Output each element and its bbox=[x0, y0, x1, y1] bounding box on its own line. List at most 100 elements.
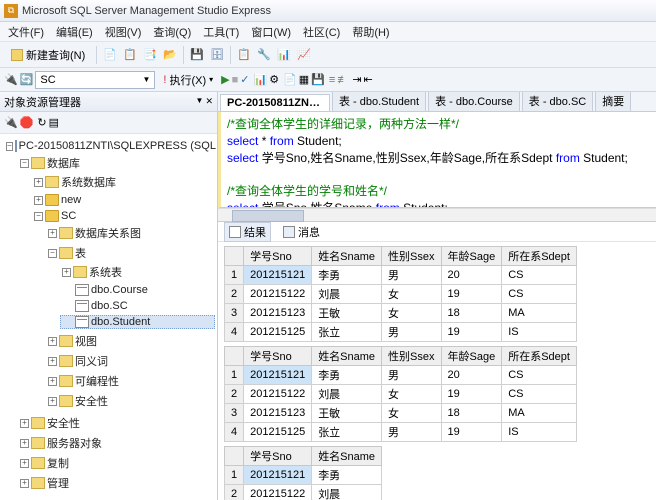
save-icon[interactable]: 💾 bbox=[188, 46, 206, 64]
table-row[interactable]: 4201215125张立男19IS bbox=[225, 323, 577, 342]
menu-query[interactable]: 查询(Q) bbox=[147, 22, 197, 42]
indent-icon[interactable]: ⇥ bbox=[352, 73, 361, 86]
check-icon[interactable]: ✓ bbox=[240, 73, 249, 86]
table-course-node[interactable]: dbo.Course bbox=[60, 283, 215, 297]
folder-icon bbox=[45, 176, 59, 188]
object-tree[interactable]: −PC-20150811ZNTI\SQLEXPRESS (SQL Ser −数据… bbox=[0, 134, 217, 500]
tab-summary[interactable]: 摘要 bbox=[595, 92, 631, 111]
menu-help[interactable]: 帮助(H) bbox=[346, 22, 395, 42]
disconnect-btn[interactable]: 🛑 bbox=[20, 116, 34, 129]
table-row[interactable]: 4201215125张立男19IS bbox=[225, 423, 577, 442]
object-explorer-header: 对象资源管理器 ▼ ✕ bbox=[0, 92, 217, 112]
separator bbox=[96, 46, 97, 64]
app-title: Microsoft SQL Server Management Studio E… bbox=[22, 5, 271, 17]
results-text-icon[interactable]: 📄 bbox=[283, 73, 297, 86]
tab-sqlquery[interactable]: PC-20150811ZNTI\S... - SQLQuery1.sql* bbox=[220, 94, 330, 111]
content-area: PC-20150811ZNTI\S... - SQLQuery1.sql* 表 … bbox=[218, 92, 656, 500]
table-icon bbox=[75, 284, 89, 296]
menu-window[interactable]: 窗口(W) bbox=[245, 22, 297, 42]
execute-icon: ! bbox=[163, 74, 166, 86]
connect-btn[interactable]: 🔌 bbox=[4, 116, 18, 129]
tab-student[interactable]: 表 - dbo.Student bbox=[332, 92, 426, 111]
titlebar: ⧉ Microsoft SQL Server Management Studio… bbox=[0, 0, 656, 22]
outdent-icon[interactable]: ⇤ bbox=[364, 73, 373, 86]
menu-tools[interactable]: 工具(T) bbox=[197, 22, 245, 42]
menu-edit[interactable]: 编辑(E) bbox=[50, 22, 99, 42]
table-row[interactable]: 1201215121李勇 bbox=[225, 466, 382, 485]
table-row[interactable]: 1201215121李勇男20CS bbox=[225, 266, 577, 285]
stop-icon[interactable]: ■ bbox=[232, 74, 239, 86]
toolbar-btn-b[interactable]: 📈 bbox=[295, 46, 313, 64]
refresh-icon[interactable]: ↻ bbox=[37, 116, 46, 129]
document-tabs: PC-20150811ZNTI\S... - SQLQuery1.sql* 表 … bbox=[218, 92, 656, 112]
folder-icon bbox=[31, 477, 45, 489]
table-row[interactable]: 2201215122刘晨女19CS bbox=[225, 285, 577, 304]
results-grid-icon[interactable]: ▦ bbox=[299, 73, 309, 86]
management-node[interactable]: +管理 bbox=[18, 474, 215, 492]
table-student-node[interactable]: dbo.Student bbox=[60, 315, 215, 329]
folder-icon bbox=[59, 355, 73, 367]
table-row[interactable]: 1201215121李勇男20CS bbox=[225, 366, 577, 385]
result-grid-3[interactable]: 学号Sno姓名Sname 1201215121李勇 2201215122刘晨 3… bbox=[224, 446, 382, 500]
toolbar-btn-props[interactable]: 🔧 bbox=[255, 46, 273, 64]
filter-icon[interactable]: ▤ bbox=[49, 116, 59, 129]
result-grid-2[interactable]: 学号Sno姓名Sname性别Ssex年龄Sage所在系Sdept 1201215… bbox=[224, 346, 577, 442]
uncomment-icon[interactable]: ≢ bbox=[337, 74, 348, 86]
execute-button[interactable]: ! 执行(X) ▾ bbox=[157, 71, 219, 89]
server-objects-node[interactable]: +服务器对象 bbox=[18, 434, 215, 452]
options-icon[interactable]: ⚙ bbox=[269, 73, 279, 86]
menu-file[interactable]: 文件(F) bbox=[2, 22, 50, 42]
table-row[interactable]: 2201215122刘晨 bbox=[225, 485, 382, 500]
table-row[interactable]: 3201215123王敏女18MA bbox=[225, 404, 577, 423]
toolbar-open-icon[interactable]: 📂 bbox=[161, 46, 179, 64]
db-sc-node[interactable]: −SC bbox=[32, 209, 215, 223]
security-root-node[interactable]: +安全性 bbox=[18, 414, 215, 432]
toolbar-btn-list[interactable]: 📋 bbox=[235, 46, 253, 64]
save-all-icon[interactable]: 🗄 bbox=[208, 46, 226, 64]
synonyms-node[interactable]: +同义词 bbox=[46, 352, 215, 370]
diagrams-node[interactable]: +数据库关系图 bbox=[46, 224, 215, 242]
toolbar-btn-3[interactable]: 📑 bbox=[141, 46, 159, 64]
folder-icon bbox=[73, 266, 87, 278]
results-pane[interactable]: 学号Sno姓名Sname性别Ssex年龄Sage所在系Sdept 1201215… bbox=[218, 242, 656, 500]
db-new-node[interactable]: +new bbox=[32, 193, 215, 207]
tab-sc[interactable]: 表 - dbo.SC bbox=[522, 92, 593, 111]
messages-tab[interactable]: 消息 bbox=[279, 223, 324, 241]
folder-icon bbox=[31, 457, 45, 469]
replication-node[interactable]: +复制 bbox=[18, 454, 215, 472]
menu-community[interactable]: 社区(C) bbox=[297, 22, 346, 42]
sql-editor[interactable]: /*查询全体学生的详细记录，两种方法一样*/ select * from Stu… bbox=[218, 112, 656, 208]
server-node[interactable]: −PC-20150811ZNTI\SQLEXPRESS (SQL Ser bbox=[4, 139, 215, 153]
sysdb-node[interactable]: +系统数据库 bbox=[32, 173, 215, 191]
menu-view[interactable]: 视图(V) bbox=[99, 22, 148, 42]
plan-icon[interactable]: 📊 bbox=[254, 73, 268, 86]
database-combo[interactable]: SC ▼ bbox=[35, 71, 155, 89]
toolbar-btn-2[interactable]: 📋 bbox=[121, 46, 139, 64]
close-icon[interactable]: ✕ bbox=[205, 96, 213, 107]
databases-node[interactable]: −数据库 bbox=[18, 154, 215, 172]
folder-icon bbox=[59, 375, 73, 387]
editor-scrollbar[interactable] bbox=[218, 208, 656, 222]
security-node[interactable]: +安全性 bbox=[46, 392, 215, 410]
parse-icon[interactable]: ▶ bbox=[221, 73, 229, 86]
toolbar-btn-a[interactable]: 📊 bbox=[275, 46, 293, 64]
results-file-icon[interactable]: 💾 bbox=[311, 73, 325, 86]
programmability-node[interactable]: +可编程性 bbox=[46, 372, 215, 390]
dropdown-icon[interactable]: ▼ bbox=[196, 96, 204, 107]
tables-node[interactable]: −表 bbox=[46, 244, 215, 262]
result-grid-1[interactable]: 学号Sno姓名Sname性别Ssex年龄Sage所在系Sdept 1201215… bbox=[224, 246, 577, 342]
app-icon: ⧉ bbox=[4, 4, 18, 18]
new-query-button[interactable]: 新建查询(N) bbox=[4, 44, 92, 66]
results-tab[interactable]: 结果 bbox=[224, 222, 271, 242]
systables-node[interactable]: +系统表 bbox=[60, 263, 215, 281]
folder-icon bbox=[59, 227, 73, 239]
change-conn-icon[interactable]: 🔄 bbox=[20, 73, 34, 86]
comment-icon[interactable]: ≡ bbox=[329, 74, 335, 86]
toolbar-btn-1[interactable]: 📄 bbox=[101, 46, 119, 64]
table-sc-node[interactable]: dbo.SC bbox=[60, 299, 215, 313]
connect-icon[interactable]: 🔌 bbox=[4, 73, 18, 86]
tab-course[interactable]: 表 - dbo.Course bbox=[428, 92, 520, 111]
views-node[interactable]: +视图 bbox=[46, 332, 215, 350]
table-row[interactable]: 2201215122刘晨女19CS bbox=[225, 385, 577, 404]
table-row[interactable]: 3201215123王敏女18MA bbox=[225, 304, 577, 323]
